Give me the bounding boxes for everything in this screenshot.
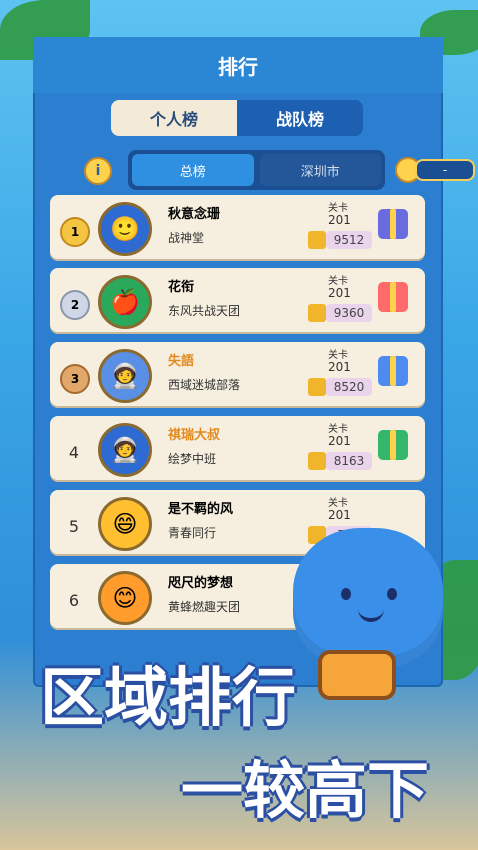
page-title: 排行 <box>33 37 443 93</box>
team-name: 战神堂 <box>168 231 205 245</box>
rank-number: 2 <box>70 298 80 312</box>
gift-icon[interactable] <box>378 356 408 386</box>
player-name: 秋意念珊 <box>168 207 221 222</box>
trophy-icon <box>308 304 326 322</box>
info-icon[interactable]: i <box>84 157 112 185</box>
mascot-character <box>293 528 443 668</box>
rank-number: 5 <box>68 516 80 536</box>
player-name: 花衔 <box>168 280 195 295</box>
promo-line-1: 区域排行 <box>40 661 296 736</box>
rank-number: 6 <box>68 590 80 610</box>
level-label: 关卡 <box>328 424 348 435</box>
rank-number: 4 <box>68 442 80 462</box>
pudding-prop <box>318 650 396 700</box>
table-row[interactable]: 4 🧑‍🚀 祺瑞大叔 绘梦中班 关卡 201 8163 <box>50 416 425 480</box>
level-value: 201 <box>328 508 351 522</box>
trophy-icon <box>308 378 326 396</box>
score-value: 8163 <box>326 452 372 470</box>
team-name: 青春同行 <box>168 526 217 540</box>
table-row[interactable]: 1 🙂 秋意念珊 战神堂 关卡 201 9512 <box>50 195 425 259</box>
level-label: 关卡 <box>328 350 348 361</box>
level-value: 201 <box>328 286 351 300</box>
leaderboard-tabs: 个人榜 战队榜 <box>111 100 363 136</box>
tab-overall[interactable]: 总榜 <box>132 154 254 186</box>
level-label: 关卡 <box>328 276 348 287</box>
level-label: 关卡 <box>328 203 348 214</box>
avatar[interactable]: 🧑‍🚀 <box>98 423 152 477</box>
mascot-eye <box>341 588 351 600</box>
region-tabs: 总榜 深圳市 <box>128 150 385 190</box>
score-value: 9360 <box>326 304 372 322</box>
mascot-mouth <box>358 606 384 622</box>
avatar[interactable]: 🍎 <box>98 275 152 329</box>
silver-medal-icon: 2 <box>60 290 90 320</box>
player-name: 失語 <box>168 354 195 369</box>
level-value: 201 <box>328 434 351 448</box>
timer-value: - <box>415 159 475 181</box>
tab-team[interactable]: 战队榜 <box>237 100 363 136</box>
table-row[interactable]: 2 🍎 花衔 东风共战天团 关卡 201 9360 <box>50 268 425 332</box>
player-name: 是不羁的风 <box>168 502 234 517</box>
score-value: 8520 <box>326 378 372 396</box>
team-name: 黄蜂燃趣天团 <box>168 600 241 614</box>
tab-city[interactable]: 深圳市 <box>259 154 381 186</box>
gift-icon[interactable] <box>378 282 408 312</box>
avatar[interactable]: 😄 <box>98 497 152 551</box>
mascot-eye <box>387 588 397 600</box>
trophy-icon <box>308 452 326 470</box>
gift-icon[interactable] <box>378 209 408 239</box>
promo-line-2: 一较高下 <box>180 754 429 827</box>
player-name: 咫尺的梦想 <box>168 576 234 591</box>
avatar[interactable]: 🧑‍🚀 <box>98 349 152 403</box>
team-name: 绘梦中班 <box>168 452 217 466</box>
avatar[interactable]: 🙂 <box>98 202 152 256</box>
table-row[interactable]: 3 🧑‍🚀 失語 西域迷城部落 关卡 201 8520 <box>50 342 425 406</box>
player-name: 祺瑞大叔 <box>168 428 221 443</box>
rank-number: 1 <box>70 225 80 239</box>
bronze-medal-icon: 3 <box>60 364 90 394</box>
level-label: 关卡 <box>328 498 348 509</box>
trophy-icon <box>308 231 326 249</box>
level-value: 201 <box>328 213 351 227</box>
avatar[interactable]: 😊 <box>98 571 152 625</box>
level-value: 201 <box>328 360 351 374</box>
team-name: 东风共战天团 <box>168 304 241 318</box>
tab-personal[interactable]: 个人榜 <box>111 100 237 136</box>
gold-medal-icon: 1 <box>60 217 90 247</box>
team-name: 西域迷城部落 <box>168 378 241 392</box>
rank-number: 3 <box>70 372 80 386</box>
score-value: 9512 <box>326 231 372 249</box>
gift-icon[interactable] <box>378 430 408 460</box>
